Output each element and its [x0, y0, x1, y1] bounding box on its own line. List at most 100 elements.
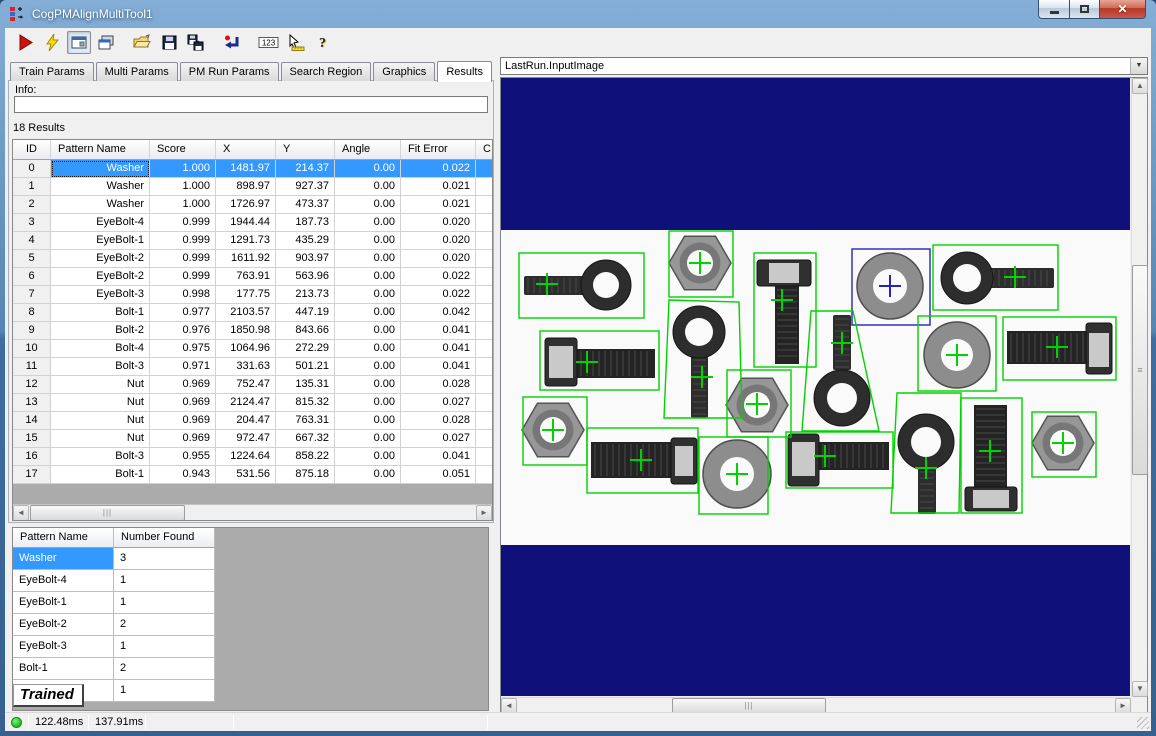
title-bar[interactable]: CogPMAlignMultiTool1 ✕ — [0, 0, 1156, 28]
help-icon: ? ? — [314, 34, 331, 51]
col-header-pattern-name[interactable]: Pattern Name — [51, 140, 150, 159]
results-row[interactable]: 12Nut0.969752.47135.310.000.028 — [13, 376, 492, 394]
results-row[interactable]: 16Bolt-30.9551224.64858.220.000.041 — [13, 448, 492, 466]
col-header-id[interactable]: ID — [13, 140, 51, 159]
col-header-number-found[interactable]: Number Found — [114, 528, 215, 548]
show-image-button[interactable] — [67, 31, 91, 54]
summary-grid-header: Pattern Name Number Found — [13, 528, 215, 548]
total-time-value: 137.91ms — [95, 716, 143, 728]
results-row[interactable]: 2Washer1.0001726.97473.370.000.021 — [13, 196, 492, 214]
reset-button[interactable] — [220, 31, 244, 54]
close-button[interactable]: ✕ — [1100, 0, 1146, 19]
bolt-shaft — [577, 349, 655, 378]
results-grid: ID Pattern Name Score X Y Angle Fit Erro… — [12, 139, 493, 521]
tab-results[interactable]: Results — [437, 61, 492, 82]
tab-graphics[interactable]: Graphics — [373, 62, 435, 81]
image-vscrollbar[interactable]: ▲ ≡ ▼ — [1131, 78, 1147, 697]
image-window-icon — [71, 34, 88, 51]
maximize-button[interactable] — [1070, 0, 1100, 19]
scroll-down-arrow-icon[interactable]: ▼ — [1132, 681, 1148, 697]
results-row[interactable]: 6EyeBolt-20.999763.91563.960.000.022 — [13, 268, 492, 286]
eyebolt-shaft — [524, 276, 584, 295]
results-grid-body: 0Washer1.0001481.97214.370.000.0221Washe… — [13, 160, 492, 484]
results-row[interactable]: 17Bolt-10.943531.56875.180.000.051 — [13, 466, 492, 484]
minimize-button[interactable] — [1038, 0, 1070, 19]
status-ok-icon — [11, 717, 22, 728]
trained-state-label: Trained — [13, 684, 84, 707]
toolbar: 123 ? ? — [5, 28, 1151, 56]
scroll-up-arrow-icon[interactable]: ▲ — [1132, 78, 1148, 94]
float-window-icon — [98, 34, 115, 51]
image-display-panel: ▲ ≡ ▼ ◄ ||| ► — [500, 77, 1148, 714]
image-hscrollbar[interactable]: ◄ ||| ► — [501, 697, 1131, 713]
scroll-right-arrow-icon[interactable]: ► — [476, 505, 492, 521]
results-row[interactable]: 8Bolt-10.9772103.57447.190.000.042 — [13, 304, 492, 322]
save-button[interactable] — [157, 31, 181, 54]
summary-row[interactable]: EyeBolt-31 — [13, 636, 215, 658]
reset-arrow-icon — [223, 34, 241, 51]
trigger-button[interactable] — [40, 31, 64, 54]
info-input[interactable] — [14, 96, 488, 113]
scroll-thumb[interactable]: ||| — [30, 505, 185, 521]
results-row[interactable]: 15Nut0.969972.47667.320.000.027 — [13, 430, 492, 448]
col-header-angle[interactable]: Angle — [335, 140, 401, 159]
save-icon — [161, 34, 178, 51]
chevron-down-icon[interactable]: ▼ — [1130, 58, 1147, 74]
results-row[interactable]: 10Bolt-40.9751064.96272.290.000.041 — [13, 340, 492, 358]
run-time-value: 122.48ms — [35, 716, 83, 728]
status-bar: 122.48ms 137.91ms — [5, 712, 1151, 731]
eyebolt-shaft — [691, 356, 708, 418]
summary-row[interactable]: Bolt-12 — [13, 658, 215, 680]
run-icon — [17, 34, 34, 51]
results-row[interactable]: 13Nut0.9692124.47815.320.000.027 — [13, 394, 492, 412]
save-as-button[interactable] — [184, 31, 208, 54]
window-title: CogPMAlignMultiTool1 — [32, 7, 153, 21]
run-button[interactable] — [13, 31, 37, 54]
summary-row[interactable]: EyeBolt-22 — [13, 614, 215, 636]
svg-text:?: ? — [319, 36, 326, 51]
tab-search-region[interactable]: Search Region — [281, 62, 372, 81]
save-as-icon — [187, 34, 205, 51]
col-header-y[interactable]: Y — [276, 140, 335, 159]
help-button[interactable]: ? ? — [310, 31, 334, 54]
results-row[interactable]: 14Nut0.969204.47763.310.000.028 — [13, 412, 492, 430]
scroll-left-arrow-icon[interactable]: ◄ — [13, 505, 29, 521]
col-header-score[interactable]: Score — [150, 140, 216, 159]
results-row[interactable]: 7EyeBolt-30.998177.75213.730.000.022 — [13, 286, 492, 304]
col-header-coverage[interactable]: C — [476, 140, 492, 159]
tab-multi-params[interactable]: Multi Params — [96, 62, 178, 81]
tab-train-params[interactable]: Train Params — [10, 62, 94, 81]
resize-grip[interactable] — [1137, 717, 1149, 729]
image-source-combobox[interactable]: LastRun.InputImage ▼ — [500, 57, 1148, 75]
float-image-button[interactable] — [94, 31, 118, 54]
results-row[interactable]: 0Washer1.0001481.97214.370.000.022 — [13, 160, 492, 178]
summary-row[interactable]: EyeBolt-11 — [13, 592, 215, 614]
image-canvas[interactable] — [501, 78, 1130, 696]
tool-window: CogPMAlignMultiTool1 ✕ — [0, 0, 1156, 736]
col-header-fit-error[interactable]: Fit Error — [401, 140, 476, 159]
scroll-thumb[interactable]: ≡ — [1132, 265, 1148, 475]
results-hscrollbar[interactable]: ◄ ||| ► — [13, 504, 492, 520]
results-row[interactable]: 5EyeBolt-20.9991611.92903.970.000.020 — [13, 250, 492, 268]
maximize-icon — [1080, 5, 1089, 13]
results-row[interactable]: 11Bolt-30.971331.63501.210.000.041 — [13, 358, 492, 376]
info-label: Info: — [15, 84, 36, 96]
summary-grid-body: Washer3EyeBolt-41EyeBolt-11EyeBolt-22Eye… — [13, 548, 488, 702]
tab-strip: Train Params Multi Params PM Run Params … — [10, 60, 494, 81]
results-row[interactable]: 1Washer1.000898.97927.370.000.021 — [13, 178, 492, 196]
svg-text:123: 123 — [261, 38, 275, 47]
open-folder-icon — [133, 34, 151, 51]
col-header-pattern[interactable]: Pattern Name — [13, 528, 114, 548]
summary-row[interactable]: Washer3 — [13, 548, 215, 570]
summary-row[interactable]: EyeBolt-41 — [13, 570, 215, 592]
results-row[interactable]: 4EyeBolt-10.9991291.73435.290.000.020 — [13, 232, 492, 250]
results-count-label: 18 Results — [13, 122, 65, 134]
lightning-icon — [44, 34, 61, 51]
col-header-x[interactable]: X — [216, 140, 276, 159]
results-row[interactable]: 3EyeBolt-40.9991944.44187.730.000.020 — [13, 214, 492, 232]
results-123-button[interactable]: 123 — [256, 31, 280, 54]
position-tool-button[interactable] — [283, 31, 307, 54]
open-button[interactable] — [130, 31, 154, 54]
tab-pm-run-params[interactable]: PM Run Params — [180, 62, 279, 81]
results-row[interactable]: 9Bolt-20.9761850.98843.660.000.041 — [13, 322, 492, 340]
